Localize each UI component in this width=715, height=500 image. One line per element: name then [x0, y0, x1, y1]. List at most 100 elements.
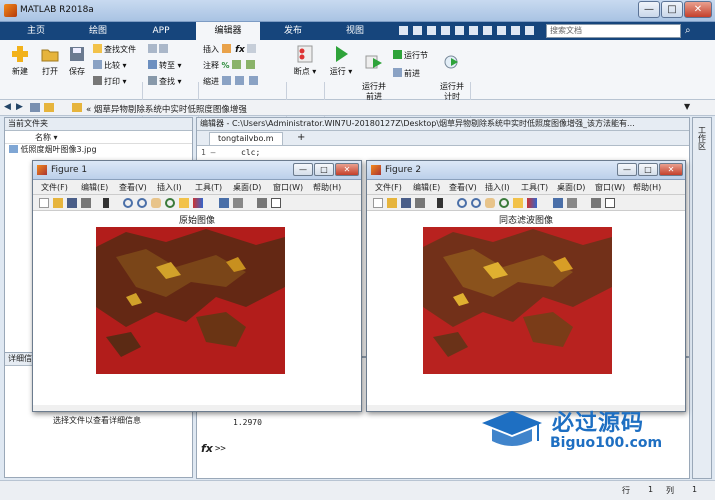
open-button[interactable]: 打开	[36, 44, 64, 77]
browse-folder-icon[interactable]	[44, 103, 54, 112]
save-button[interactable]: 保存	[64, 44, 90, 77]
maximize-button[interactable]: □	[661, 1, 683, 18]
search-documentation-input[interactable]: 搜索文档	[546, 24, 681, 38]
zoom-in-icon[interactable]	[123, 198, 133, 208]
menu-insert[interactable]: 插入(I)	[485, 182, 510, 193]
menu-desktop[interactable]: 桌面(D)	[233, 182, 261, 193]
link-plot-icon[interactable]	[219, 198, 229, 208]
menu-tools[interactable]: 工具(T)	[195, 182, 222, 193]
nav-back-button[interactable]	[148, 44, 170, 54]
breakpoints-button[interactable]: 断点 ▾	[290, 44, 320, 77]
fx-icon[interactable]: fx	[201, 442, 213, 455]
figure-2-close-button[interactable]: ✕	[659, 163, 683, 176]
figure-2-minimize-button[interactable]: —	[617, 163, 637, 176]
zoom-out-icon[interactable]	[137, 198, 147, 208]
data-cursor-icon[interactable]	[513, 198, 523, 208]
name-column-header[interactable]: 名称 ▾	[5, 131, 192, 144]
brush-icon[interactable]	[193, 198, 203, 208]
tab-plots[interactable]: 绘图	[70, 22, 126, 40]
pointer-icon[interactable]	[103, 198, 109, 208]
tab-home[interactable]: 主页	[8, 22, 64, 40]
menu-help[interactable]: 帮助(H)	[313, 182, 341, 193]
figure-1-maximize-button[interactable]: □	[314, 163, 334, 176]
new-figure-icon[interactable]	[39, 198, 49, 208]
colorbar-icon[interactable]	[567, 198, 577, 208]
print-figure-icon[interactable]	[81, 198, 91, 208]
save-figure-icon[interactable]	[67, 198, 77, 208]
figure-1-close-button[interactable]: ✕	[335, 163, 359, 176]
file-list-item[interactable]: 低照度烟叶图像3.jpg	[5, 144, 192, 156]
data-cursor-icon[interactable]	[179, 198, 189, 208]
find-files-button[interactable]: 查找文件	[93, 44, 136, 55]
editor-ribbon: 新建 打开 保存 查找文件 比较 ▾ 打印 ▾ 文件 转至 ▾ 查找 ▾ 导航 …	[0, 40, 715, 139]
run-section-button[interactable]: 运行节	[393, 50, 428, 61]
minimize-button[interactable]: —	[638, 1, 660, 18]
comment-button[interactable]: 注释 %	[203, 60, 257, 71]
print-figure-icon[interactable]	[415, 198, 425, 208]
menu-file[interactable]: 文件(F)	[375, 182, 402, 193]
legend-icon[interactable]	[257, 198, 267, 208]
pan-icon[interactable]	[485, 198, 495, 208]
plot-tools-icon[interactable]	[271, 198, 281, 208]
row-label: 行	[622, 486, 630, 495]
run-advance-button[interactable]: 运行并 前进	[358, 44, 390, 102]
run-button[interactable]: 运行 ▾	[328, 44, 354, 77]
pointer-icon[interactable]	[437, 198, 443, 208]
menu-window[interactable]: 窗口(W)	[595, 182, 625, 193]
menu-view[interactable]: 查看(V)	[119, 182, 147, 193]
legend-icon[interactable]	[591, 198, 601, 208]
figure-1-minimize-button[interactable]: —	[293, 163, 313, 176]
current-path[interactable]: « 烟草异物剔除系统中实时低照度图像增强	[86, 103, 247, 115]
quick-access-toolbar[interactable]	[395, 25, 545, 37]
plot-tools-icon[interactable]	[605, 198, 615, 208]
matlab-logo-icon	[4, 4, 17, 17]
tab-view[interactable]: 视图	[327, 22, 383, 40]
zoom-out-icon[interactable]	[471, 198, 481, 208]
link-plot-icon[interactable]	[553, 198, 563, 208]
rotate-icon[interactable]	[499, 198, 509, 208]
new-button[interactable]: 新建	[6, 44, 34, 77]
menu-tools[interactable]: 工具(T)	[521, 182, 548, 193]
menu-help[interactable]: 帮助(H)	[633, 182, 661, 193]
print-button[interactable]: 打印 ▾	[93, 76, 127, 87]
save-figure-icon[interactable]	[401, 198, 411, 208]
new-figure-icon[interactable]	[373, 198, 383, 208]
menu-file[interactable]: 文件(F)	[41, 182, 68, 193]
run-time-button[interactable]: 运行并 计时	[436, 44, 468, 102]
menu-edit[interactable]: 编辑(E)	[413, 182, 440, 193]
search-icon[interactable]: ⌕	[685, 25, 691, 36]
pan-icon[interactable]	[151, 198, 161, 208]
menu-desktop[interactable]: 桌面(D)	[557, 182, 585, 193]
close-button[interactable]: ✕	[684, 1, 712, 18]
tab-editor[interactable]: 编辑器	[196, 22, 260, 40]
tab-apps[interactable]: APP	[133, 22, 189, 40]
editor-file-tab[interactable]: tongtailvbo.m	[209, 132, 283, 146]
brush-icon[interactable]	[527, 198, 537, 208]
tab-publish[interactable]: 发布	[265, 22, 321, 40]
menu-insert[interactable]: 插入(I)	[157, 182, 182, 193]
up-folder-icon[interactable]	[30, 103, 40, 112]
find-button[interactable]: 查找 ▾	[148, 76, 182, 87]
insert-label: 插入	[203, 45, 219, 54]
add-tab-button[interactable]: +	[297, 132, 305, 143]
code-line[interactable]: clc;	[241, 148, 260, 157]
insert-button[interactable]: 插入 fx	[203, 44, 258, 55]
compare-button[interactable]: 比较 ▾	[93, 60, 127, 71]
advance-button[interactable]: 前进	[393, 68, 420, 79]
menu-edit[interactable]: 编辑(E)	[81, 182, 108, 193]
colorbar-icon[interactable]	[233, 198, 243, 208]
zoom-in-icon[interactable]	[457, 198, 467, 208]
open-file-icon[interactable]	[387, 198, 397, 208]
back-arrow-icon[interactable]: ◀	[4, 102, 11, 112]
menu-view[interactable]: 查看(V)	[449, 182, 477, 193]
rotate-icon[interactable]	[165, 198, 175, 208]
forward-arrow-icon[interactable]: ▶	[16, 102, 23, 112]
indent-button[interactable]: 缩进	[203, 76, 260, 87]
goto-button[interactable]: 转至 ▾	[148, 60, 182, 71]
percent-icon: %	[221, 61, 230, 70]
watermark-cn: 必过源码	[552, 411, 645, 436]
path-dropdown-icon[interactable]: ▼	[684, 102, 690, 111]
figure-2-maximize-button[interactable]: □	[638, 163, 658, 176]
menu-window[interactable]: 窗口(W)	[273, 182, 303, 193]
open-file-icon[interactable]	[53, 198, 63, 208]
